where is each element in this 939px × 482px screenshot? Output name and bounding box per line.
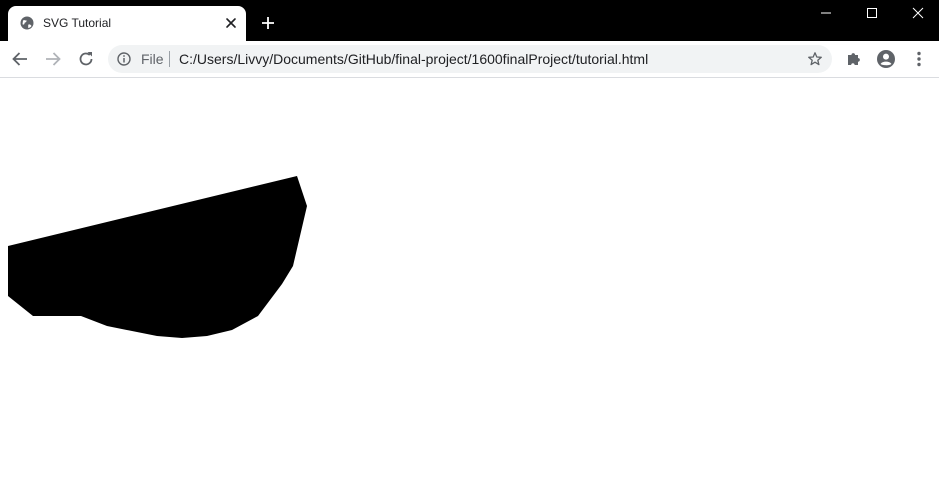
svg-canvas: [8, 176, 307, 338]
page-content: [0, 78, 939, 482]
account-icon[interactable]: [874, 47, 898, 71]
address-bar[interactable]: File C:/Users/Livvy/Documents/GitHub/fin…: [108, 45, 832, 73]
black-polygon-shape: [8, 176, 307, 338]
tab-svg-tutorial[interactable]: SVG Tutorial: [8, 6, 246, 41]
star-icon[interactable]: [807, 51, 823, 67]
toolbar: File C:/Users/Livvy/Documents/GitHub/fin…: [0, 41, 939, 78]
close-icon[interactable]: [224, 16, 238, 30]
browser-window: SVG Tutorial File C:/Users/Livvy/Documen…: [0, 0, 939, 482]
arrow-left-icon[interactable]: [8, 47, 32, 71]
more-vert-icon[interactable]: [907, 47, 931, 71]
plus-icon[interactable]: [259, 14, 277, 32]
info-icon[interactable]: [117, 52, 131, 66]
globe-icon: [20, 16, 34, 30]
arrow-right-icon[interactable]: [41, 47, 65, 71]
url-text[interactable]: C:/Users/Livvy/Documents/GitHub/final-pr…: [179, 51, 648, 67]
minimize-icon[interactable]: [803, 0, 849, 28]
reload-icon[interactable]: [74, 47, 98, 71]
puzzle-icon[interactable]: [842, 47, 866, 71]
tab-title: SVG Tutorial: [43, 16, 112, 30]
maximize-icon[interactable]: [849, 0, 895, 28]
close-window-icon[interactable]: [895, 0, 939, 28]
tab-strip: SVG Tutorial: [0, 0, 939, 41]
scheme-label: File: [141, 51, 164, 67]
omnibox-divider: [169, 51, 170, 67]
